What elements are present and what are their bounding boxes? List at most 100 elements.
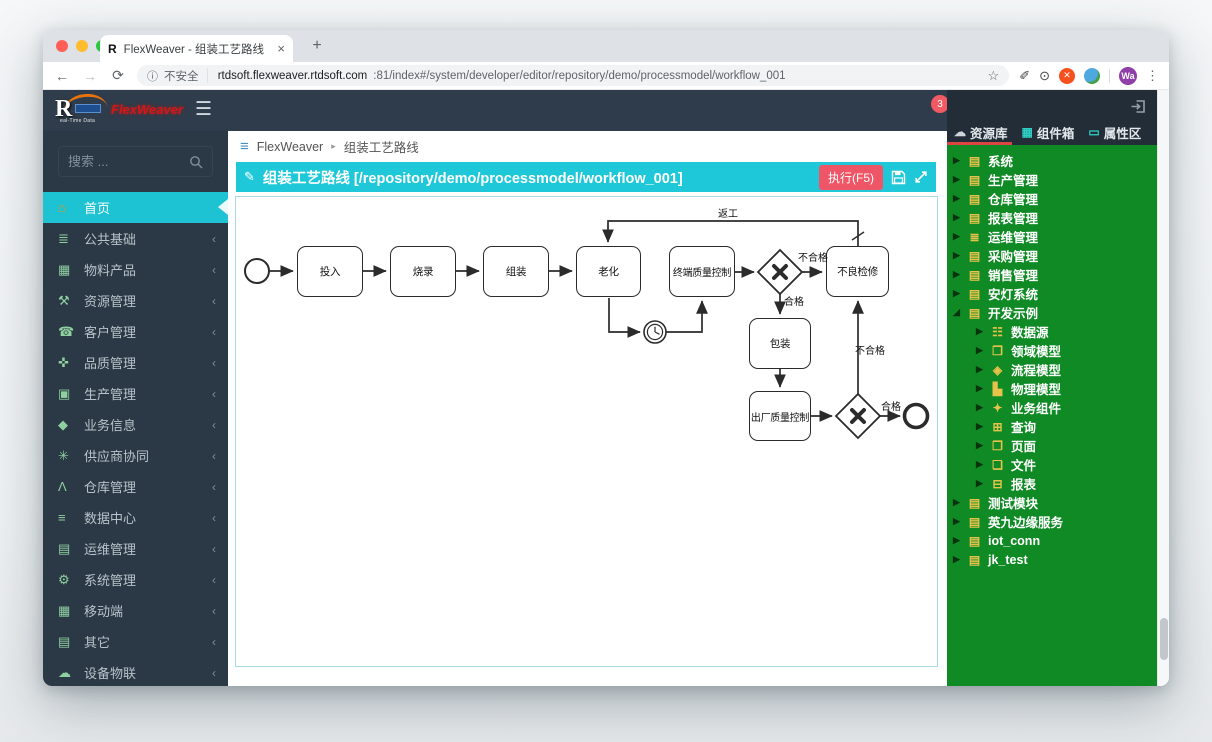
sidebar-item-资源管理[interactable]: ⚒ 资源管理 ‹ [43,285,228,316]
expand-arrow-icon[interactable]: ▶ [952,174,961,185]
process-canvas[interactable]: 投入 烧录 组装 老化 终端质量控制 不良检修 包装 出厂质量控制 返工 不合格… [235,196,938,667]
bookmark-star-icon[interactable]: ☆ [988,68,1000,84]
new-tab-button[interactable]: + [305,37,329,55]
search-icon[interactable] [189,155,203,169]
address-bar[interactable]: ⓘ 不安全 │ rtdsoft.flexweaver.rtdsoft.com :… [137,65,1009,86]
tree-item-流程模型[interactable]: ▶ ◈ 流程模型 [947,360,1157,379]
profile-avatar[interactable]: Wa [1119,67,1137,85]
timer-event[interactable] [644,321,666,343]
expand-arrow-icon[interactable]: ▶ [975,364,984,375]
expand-arrow-icon[interactable]: ◢ [952,307,961,318]
expand-arrow-icon[interactable]: ▶ [952,212,961,223]
sidebar-toggle-icon[interactable]: ☰ [195,100,212,120]
site-info-icon[interactable]: ⓘ [147,68,158,84]
expand-arrow-icon[interactable]: ▶ [975,326,984,337]
tree-item-报表管理[interactable]: ▶ ▤ 报表管理 [947,208,1157,227]
close-tab-icon[interactable]: × [277,41,285,56]
tree-item-销售管理[interactable]: ▶ ▤ 销售管理 [947,265,1157,284]
task-node[interactable]: 终端质量控制 [669,246,735,297]
breadcrumb-menu-icon[interactable]: ≡ [240,138,249,155]
sidebar-item-业务信息[interactable]: ◆ 业务信息 ‹ [43,409,228,440]
sidebar-item-供应商协同[interactable]: ✳ 供应商协同 ‹ [43,440,228,471]
tree-item-安灯系统[interactable]: ▶ ▤ 安灯系统 [947,284,1157,303]
task-node[interactable]: 烧录 [390,246,456,297]
expand-arrow-icon[interactable]: ▶ [952,288,961,299]
tree-item-数据源[interactable]: ▶ ☷ 数据源 [947,322,1157,341]
back-icon[interactable]: ← [53,68,71,84]
tree-item-生产管理[interactable]: ▶ ▤ 生产管理 [947,170,1157,189]
scrollbar-track[interactable] [1157,90,1169,686]
panel-tab-属性区[interactable]: ▭ 属性区 [1088,119,1141,145]
expand-arrow-icon[interactable]: ▶ [975,440,984,451]
tree-item-jk_test[interactable]: ▶ ▤ jk_test [947,550,1157,569]
expand-arrow-icon[interactable]: ▶ [952,250,961,261]
expand-arrow-icon[interactable]: ▶ [975,383,984,394]
tree-item-文件[interactable]: ▶ ❏ 文件 [947,455,1157,474]
expand-arrow-icon[interactable]: ▶ [952,516,961,527]
tree-item-业务组件[interactable]: ▶ ✦ 业务组件 [947,398,1157,417]
exit-icon[interactable] [1130,98,1147,120]
sidebar-item-设备物联[interactable]: ☁ 设备物联 ‹ [43,657,228,686]
expand-arrow-icon[interactable]: ▶ [952,231,961,242]
sidebar-item-公共基础[interactable]: ≣ 公共基础 ‹ [43,223,228,254]
tree-item-报表[interactable]: ▶ ⊟ 报表 [947,474,1157,493]
tree-item-领域模型[interactable]: ▶ ❒ 领域模型 [947,341,1157,360]
sidebar-item-生产管理[interactable]: ▣ 生产管理 ‹ [43,378,228,409]
save-icon[interactable] [891,170,906,185]
orange-extension-icon[interactable]: ✕ [1059,68,1075,84]
tree-item-页面[interactable]: ▶ ❐ 页面 [947,436,1157,455]
pen-extension-icon[interactable]: ✐ [1019,68,1030,84]
minimize-window-button[interactable] [76,40,88,52]
browser-tab[interactable]: R FlexWeaver - 组装工艺路线 × [100,35,293,62]
tree-item-系统[interactable]: ▶ ▤ 系统 [947,151,1157,170]
task-node[interactable]: 出厂质量控制 [749,391,811,441]
expand-arrow-icon[interactable]: ▶ [975,345,984,356]
panel-tab-组件箱[interactable]: ▦ 组件箱 [1022,119,1075,145]
globe-extension-icon[interactable] [1084,68,1100,84]
task-node[interactable]: 投入 [297,246,363,297]
sidebar-item-物料产品[interactable]: ▦ 物料产品 ‹ [43,254,228,285]
close-window-button[interactable] [56,40,68,52]
sidebar-item-数据中心[interactable]: ≡ 数据中心 ‹ [43,502,228,533]
sidebar-item-系统管理[interactable]: ⚙ 系统管理 ‹ [43,564,228,595]
tree-item-运维管理[interactable]: ▶ ≣ 运维管理 [947,227,1157,246]
tree-item-查询[interactable]: ▶ ⊞ 查询 [947,417,1157,436]
expand-arrow-icon[interactable]: ▶ [952,554,961,565]
tree-item-仓库管理[interactable]: ▶ ▤ 仓库管理 [947,189,1157,208]
task-node[interactable]: 组装 [483,246,549,297]
tree-item-开发示例[interactable]: ◢ ▤ 开发示例 [947,303,1157,322]
sidebar-item-品质管理[interactable]: ✜ 品质管理 ‹ [43,347,228,378]
search-input[interactable] [68,154,189,169]
expand-arrow-icon[interactable]: ▶ [975,478,984,489]
sidebar-item-其它[interactable]: ▤ 其它 ‹ [43,626,228,657]
expand-arrow-icon[interactable]: ▶ [975,459,984,470]
expand-arrow-icon[interactable]: ▶ [952,269,961,280]
tree-item-英九边缘服务[interactable]: ▶ ▤ 英九边缘服务 [947,512,1157,531]
run-button[interactable]: 执行(F5) [819,165,883,190]
fullscreen-icon[interactable] [914,170,928,184]
tree-item-采购管理[interactable]: ▶ ▤ 采购管理 [947,246,1157,265]
expand-arrow-icon[interactable]: ▶ [975,421,984,432]
sidebar-item-移动端[interactable]: ▦ 移动端 ‹ [43,595,228,626]
sidebar-item-首页[interactable]: ⌂ 首页 [43,192,228,223]
sidebar-item-仓库管理[interactable]: Λ 仓库管理 ‹ [43,471,228,502]
tree-item-物理模型[interactable]: ▶ ▙ 物理模型 [947,379,1157,398]
task-node[interactable]: 老化 [576,246,641,297]
expand-arrow-icon[interactable]: ▶ [952,155,961,166]
circle-extension-icon[interactable]: ⊙ [1039,68,1050,84]
expand-arrow-icon[interactable]: ▶ [952,497,961,508]
panel-tab-资源库[interactable]: ☁ 资源库 [954,119,1008,145]
tree-item-测试模块[interactable]: ▶ ▤ 测试模块 [947,493,1157,512]
sidebar-item-客户管理[interactable]: ☎ 客户管理 ‹ [43,316,228,347]
expand-arrow-icon[interactable]: ▶ [975,402,984,413]
reload-icon[interactable]: ⟳ [109,67,127,84]
breadcrumb-app[interactable]: FlexWeaver [257,140,323,154]
forward-icon[interactable]: → [81,68,99,84]
tree-item-iot_conn[interactable]: ▶ ▤ iot_conn [947,531,1157,550]
browser-menu-icon[interactable]: ⋮ [1146,68,1159,84]
sidebar-item-运维管理[interactable]: ▤ 运维管理 ‹ [43,533,228,564]
start-event[interactable] [245,259,269,283]
scrollbar-thumb[interactable] [1160,618,1168,660]
expand-arrow-icon[interactable]: ▶ [952,535,961,546]
task-node[interactable]: 包装 [749,318,811,369]
